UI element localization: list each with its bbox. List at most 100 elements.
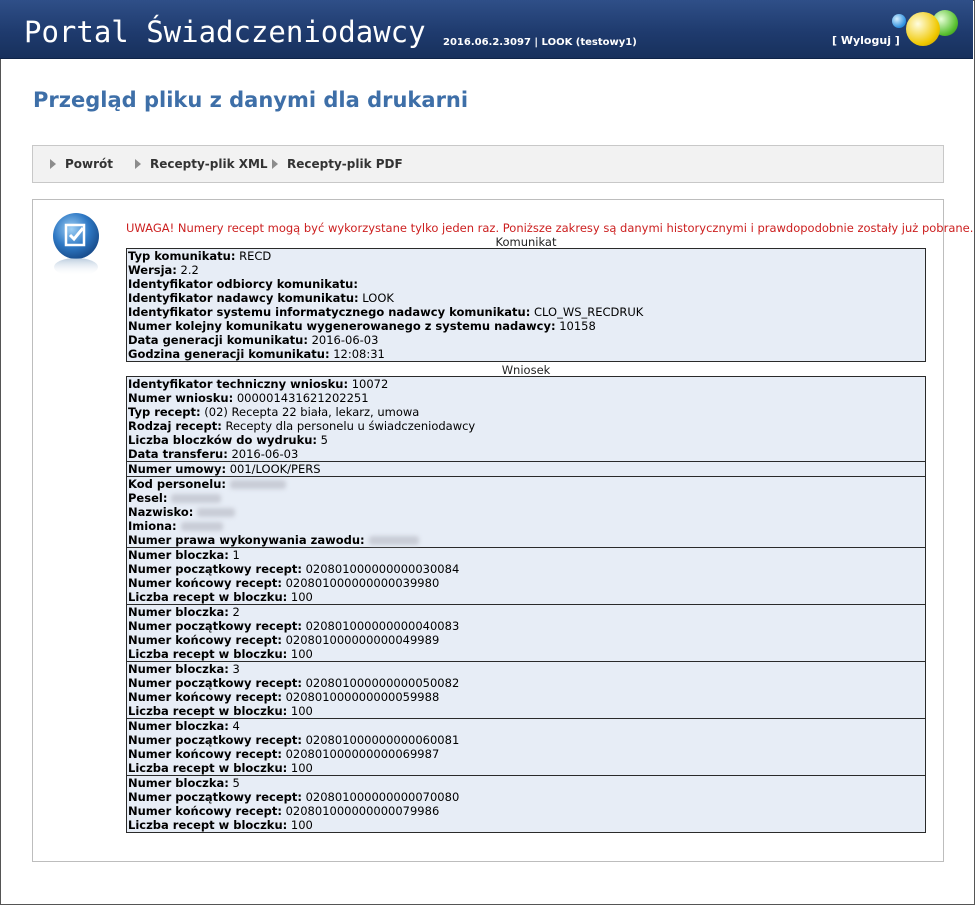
redacted-value xyxy=(230,480,287,489)
bloczek-count-row-label: Liczba recept w bloczku: xyxy=(128,818,288,832)
bloczek-end-row-value: 020801000000000079986 xyxy=(281,804,440,818)
personel-row: Kod personelu: xyxy=(127,477,925,491)
komunikat-row: Godzina generacji komunikatu: 12:08:31 xyxy=(127,347,925,361)
bloczek-group: Numer bloczka: 1 Numer początkowy recept:… xyxy=(127,547,925,604)
bloczek-number-row-label: Numer bloczka: xyxy=(128,548,229,562)
bloczek-start-row-value: 020801000000000050082 xyxy=(301,676,460,690)
bloczek-end-row-label: Numer końcowy recept: xyxy=(128,690,282,704)
bloczek-number-row: Numer bloczka: 3 xyxy=(127,662,925,676)
bloczek-number-row-value: 2 xyxy=(228,605,240,619)
bloczek-count-row-value: 100 xyxy=(287,704,313,718)
personel-row-label: Nazwisko: xyxy=(128,505,194,519)
bloczek-count-row: Liczba recept w bloczku: 100 xyxy=(127,590,925,604)
box-group: Kod personelu: Pesel: Nazwisko: Imiona: Nume… xyxy=(127,476,925,547)
bloczek-start-row-label: Numer początkowy recept: xyxy=(128,676,302,690)
komunikat-row-label: Godzina generacji komunikatu: xyxy=(128,347,330,361)
wniosek-row-value: (02) Recepta 22 biała, lekarz, umowa xyxy=(200,405,420,419)
komunikat-row: Typ komunikatu: RECD xyxy=(127,249,925,263)
bloczek-start-row-label: Numer początkowy recept: xyxy=(128,733,302,747)
personel-row: Nazwisko: xyxy=(127,505,925,519)
komunikat-row-label: Identyfikator nadawcy komunikatu: xyxy=(128,291,359,305)
bloczek-end-row-label: Numer końcowy recept: xyxy=(128,576,282,590)
bloczek-start-row: Numer początkowy recept: 020801000000000… xyxy=(127,733,925,747)
bloczek-number-row: Numer bloczka: 2 xyxy=(127,605,925,619)
bloczek-end-row-value: 020801000000000059988 xyxy=(281,690,440,704)
komunikat-row-label: Identyfikator systemu informatycznego na… xyxy=(128,305,531,319)
bloczek-count-row-label: Liczba recept w bloczku: xyxy=(128,590,288,604)
arrow-right-icon xyxy=(272,159,278,169)
bloczek-end-row-value: 020801000000000069987 xyxy=(281,747,440,761)
bloczek-number-row: Numer bloczka: 4 xyxy=(127,719,925,733)
wniosek-row-value: 5 xyxy=(317,433,328,447)
wniosek-box: Identyfikator techniczny wniosku: 10072 N… xyxy=(126,376,926,833)
bloczek-number-row: Numer bloczka: 5 xyxy=(127,776,925,790)
personel-row-label: Kod personelu: xyxy=(128,477,227,491)
komunikat-row-value: 2.2 xyxy=(176,263,199,277)
personel-row-label: Imiona: xyxy=(128,519,177,533)
bloczek-start-row-value: 020801000000000040083 xyxy=(301,619,460,633)
umowa-row: Numer umowy: 001/LOOK/PERS xyxy=(127,462,925,476)
umowa-row-value: 001/LOOK/PERS xyxy=(226,462,321,476)
bloczek-count-row: Liczba recept w bloczku: 100 xyxy=(127,761,925,775)
wniosek-row-value: Recepty dla personelu u świadczeniodawcy xyxy=(221,419,476,433)
bloczek-group: Numer bloczka: 5 Numer początkowy recept:… xyxy=(127,775,925,832)
wniosek-row: Numer wniosku: 000001431621202251 xyxy=(127,391,925,405)
komunikat-row: Wersja: 2.2 xyxy=(127,263,925,277)
personel-row-label: Pesel: xyxy=(128,491,168,505)
komunikat-row-label: Data generacji komunikatu: xyxy=(128,333,308,347)
bloczek-count-row: Liczba recept w bloczku: 100 xyxy=(127,818,925,832)
komunikat-row-label: Typ komunikatu: xyxy=(128,249,236,263)
bloczek-count-row-value: 100 xyxy=(287,818,313,832)
page-title: Przegląd pliku z danymi dla drukarni xyxy=(33,88,469,112)
bloczek-start-row-label: Numer początkowy recept: xyxy=(128,619,302,633)
bloczek-group: Numer bloczka: 4 Numer początkowy recept:… xyxy=(127,718,925,775)
komunikat-row: Identyfikator odbiorcy komunikatu: xyxy=(127,277,925,291)
wniosek-row-label: Liczba bloczków do wydruku: xyxy=(128,433,318,447)
wniosek-row-value: 10072 xyxy=(348,377,389,391)
wniosek-row: Liczba bloczków do wydruku: 5 xyxy=(127,433,925,447)
bloczek-group: Numer bloczka: 2 Numer początkowy recept:… xyxy=(127,604,925,661)
info-document-icon xyxy=(53,213,99,276)
wniosek-row: Identyfikator techniczny wniosku: 10072 xyxy=(127,377,925,391)
bloczek-end-row-label: Numer końcowy recept: xyxy=(128,633,282,647)
logo-ball-yellow xyxy=(906,12,940,46)
redacted-value xyxy=(171,494,222,503)
pdf-file-button[interactable]: Recepty-plik PDF xyxy=(272,157,403,171)
logo-balls-icon xyxy=(886,8,962,52)
xml-file-button[interactable]: Recepty-plik XML xyxy=(135,157,268,171)
wniosek-row-label: Data transferu: xyxy=(128,447,228,461)
back-button-label: Powrót xyxy=(65,157,114,171)
header-bar: Portal Świadczeniodawcy 2016.06.2.3097 |… xyxy=(0,0,973,59)
bloczek-count-row-label: Liczba recept w bloczku: xyxy=(128,704,288,718)
bloczek-start-row: Numer początkowy recept: 020801000000000… xyxy=(127,676,925,690)
back-button[interactable]: Powrót xyxy=(50,157,113,171)
personel-row-label: Numer prawa wykonywania zawodu: xyxy=(128,533,365,547)
komunikat-row-value: RECD xyxy=(235,249,272,263)
bloczek-start-row-value: 020801000000000060081 xyxy=(301,733,460,747)
wniosek-row-label: Numer wniosku: xyxy=(128,391,234,405)
bloczek-start-row-label: Numer początkowy recept: xyxy=(128,562,302,576)
box-group: Numer umowy: 001/LOOK/PERS xyxy=(127,461,925,476)
bloczek-start-row: Numer początkowy recept: 020801000000000… xyxy=(127,790,925,804)
logo-ball-blue xyxy=(892,14,906,28)
wniosek-row-value: 2016-06-03 xyxy=(227,447,299,461)
bloczek-start-row-value: 020801000000000030084 xyxy=(301,562,460,576)
bloczek-number-row-label: Numer bloczka: xyxy=(128,776,229,790)
bloczek-count-row-value: 100 xyxy=(287,647,313,661)
bloczek-count-row-label: Liczba recept w bloczku: xyxy=(128,647,288,661)
bloczek-number-row-label: Numer bloczka: xyxy=(128,605,229,619)
umowa-row-label: Numer umowy: xyxy=(128,462,227,476)
bloczek-end-row-value: 020801000000000049989 xyxy=(281,633,440,647)
personel-row: Pesel: xyxy=(127,491,925,505)
redacted-value xyxy=(368,536,419,545)
wniosek-row: Rodzaj recept: Recepty dla personelu u ś… xyxy=(127,419,925,433)
personel-row: Imiona: xyxy=(127,519,925,533)
bloczek-number-row-value: 5 xyxy=(228,776,240,790)
wniosek-row-value: 000001431621202251 xyxy=(233,391,369,405)
bloczek-start-row-label: Numer początkowy recept: xyxy=(128,790,302,804)
bloczek-end-row: Numer końcowy recept: 020801000000000059… xyxy=(127,690,925,704)
komunikat-row-value: LOOK xyxy=(358,291,394,305)
komunikat-row: Numer kolejny komunikatu wygenerowanego … xyxy=(127,319,925,333)
bloczek-end-row-label: Numer końcowy recept: xyxy=(128,747,282,761)
arrow-right-icon xyxy=(135,159,141,169)
